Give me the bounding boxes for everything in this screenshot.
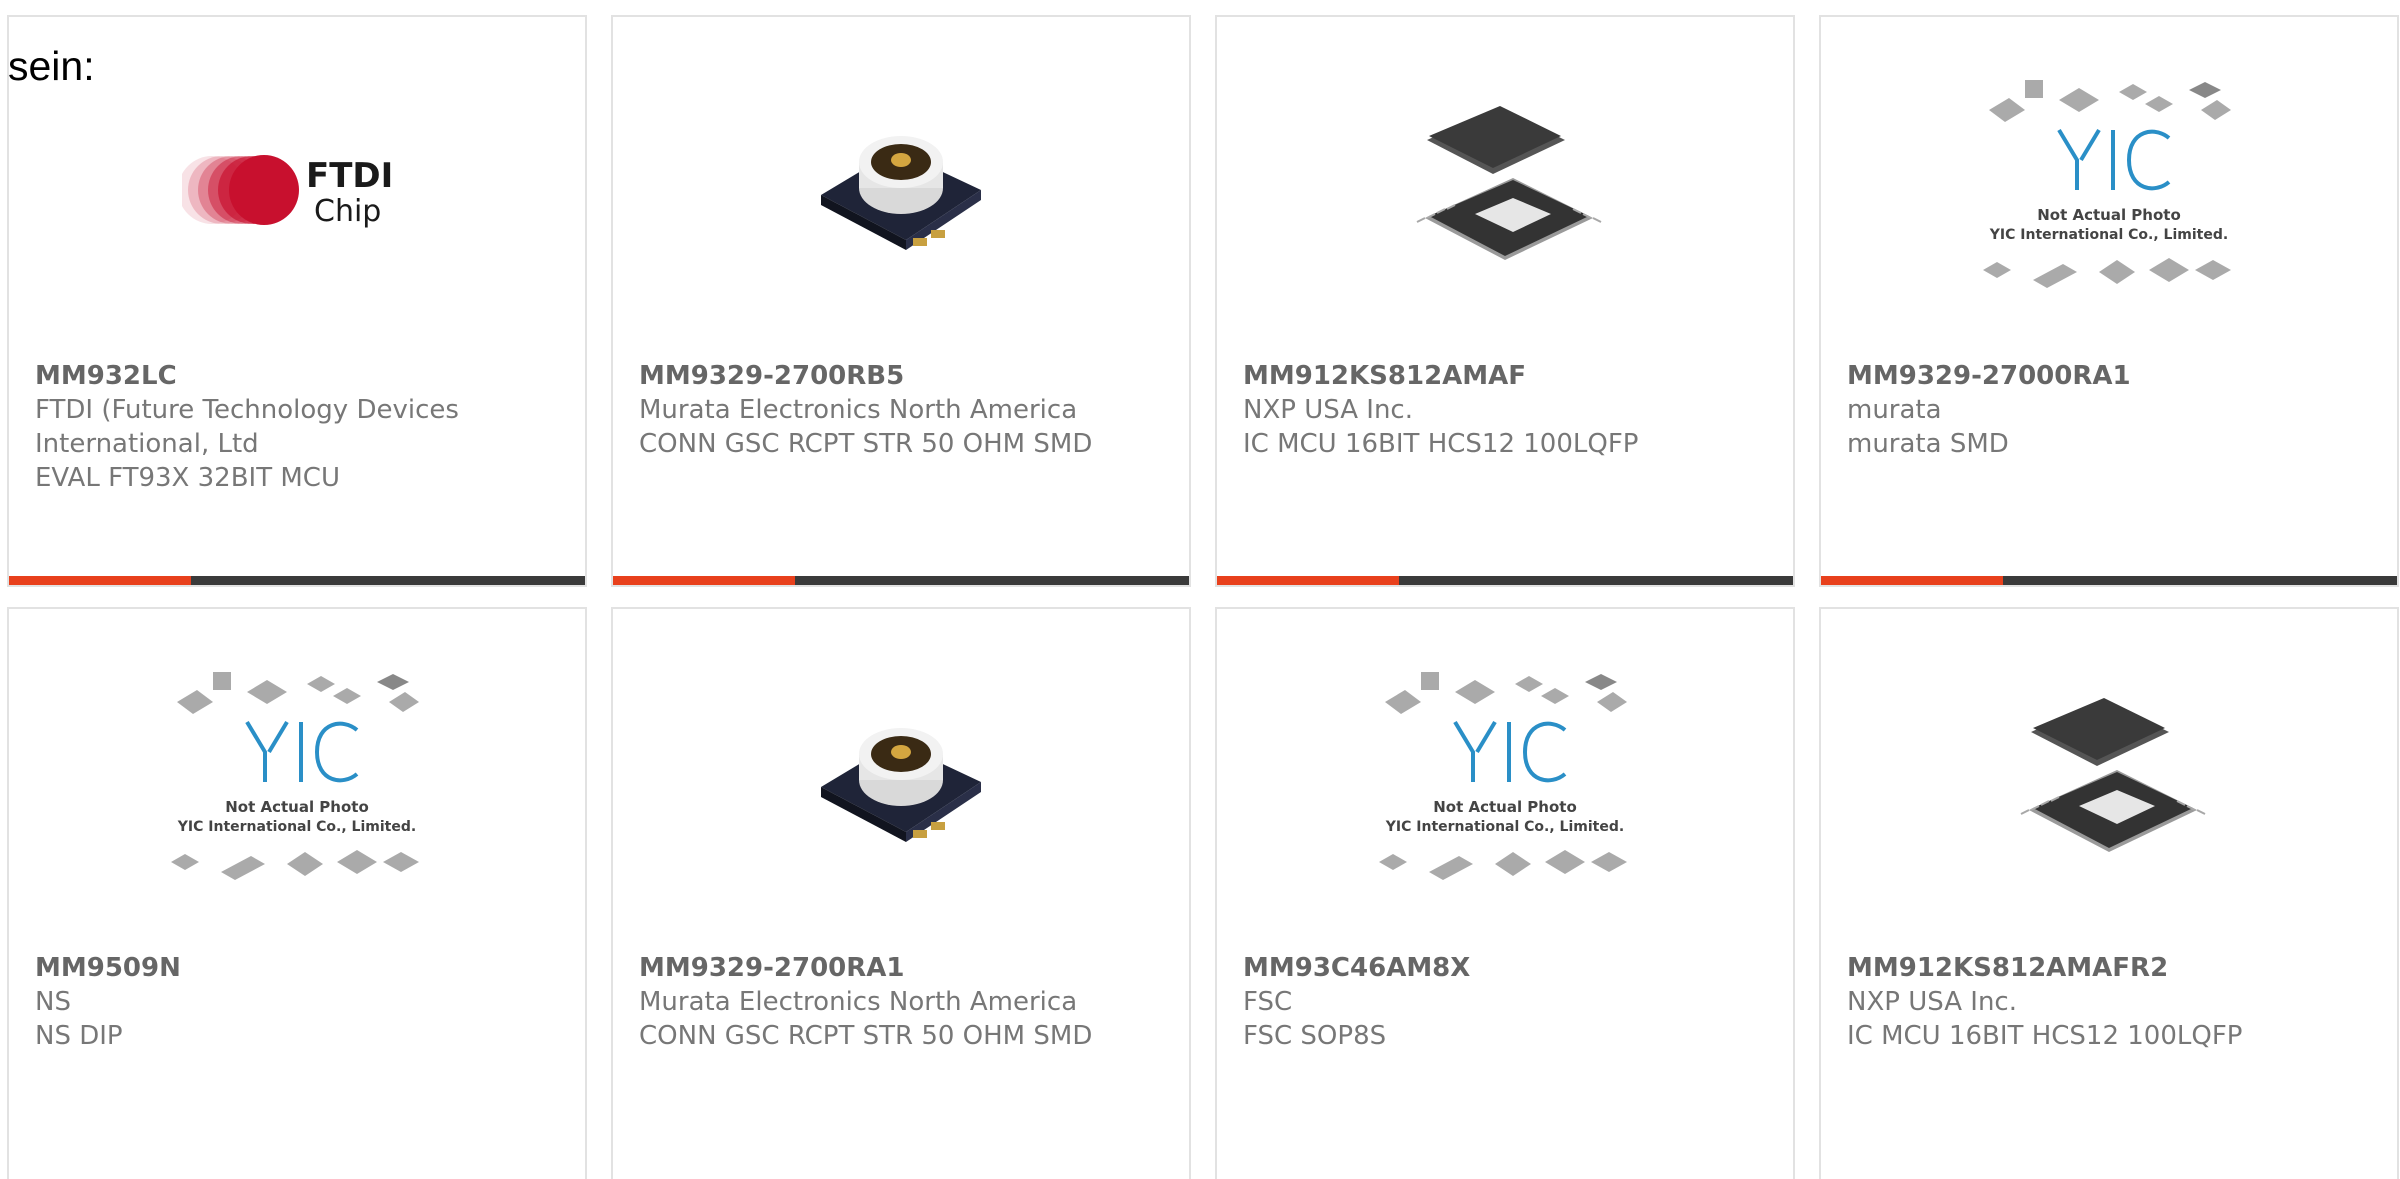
product-image[interactable]: FTDI Chip (9, 77, 585, 302)
qfp-chip-photo (1416, 105, 1602, 260)
manufacturer: FTDI (Future Technology Devices Internat… (35, 395, 459, 459)
part-number[interactable]: MM9329-27000RA1 (1847, 359, 2377, 393)
card-accent-bar (1821, 576, 2397, 585)
description: IC MCU 16BIT HCS12 100LQFP (1243, 429, 1639, 459)
part-number[interactable]: MM912KS812AMAF (1243, 359, 1773, 393)
product-card[interactable]: MM912KS812AMAFR2 NXP USA Inc. IC MCU 16B… (1819, 607, 2399, 1179)
manufacturer: Murata Electronics North America (639, 987, 1078, 1017)
description: CONN GSC RCPT STR 50 OHM SMD (639, 429, 1093, 459)
product-image[interactable]: Not Actual Photo YIC International Co., … (1821, 77, 2397, 302)
placeholder-line-1: Not Actual Photo (225, 798, 369, 816)
manufacturer: FSC (1243, 987, 1293, 1017)
product-card[interactable]: MM9329-2700RA1 Murata Electronics North … (611, 607, 1191, 1179)
placeholder-line-2: YIC International Co., Limited. (1989, 227, 2228, 243)
part-number[interactable]: MM9329-2700RB5 (639, 359, 1169, 393)
product-card[interactable]: Not Actual Photo YIC International Co., … (7, 607, 587, 1179)
product-card[interactable]: Not Actual Photo YIC International Co., … (1819, 15, 2399, 587)
product-image[interactable] (613, 77, 1189, 302)
product-image[interactable]: Not Actual Photo YIC International Co., … (9, 669, 585, 894)
manufacturer: murata (1847, 395, 1942, 425)
manufacturer: Murata Electronics North America (639, 395, 1078, 425)
placeholder-line-2: YIC International Co., Limited. (177, 819, 416, 835)
placeholder-line-1: Not Actual Photo (1433, 798, 1577, 816)
product-card[interactable]: MM912KS812AMAF NXP USA Inc. IC MCU 16BIT… (1215, 15, 1795, 587)
part-number[interactable]: MM932LC (35, 359, 565, 393)
card-accent-bar (1217, 576, 1793, 585)
product-card[interactable]: MM9329-2700RB5 Murata Electronics North … (611, 15, 1191, 587)
ftdi-chip-logo: FTDI Chip (182, 154, 393, 229)
logo-text-ftdi: FTDI (306, 156, 393, 196)
product-image[interactable] (613, 669, 1189, 894)
product-grid: FTDI Chip MM932LC FTDI (Future Technolog… (7, 15, 2399, 1179)
rf-connector-photo (821, 135, 981, 250)
card-accent-bar (613, 576, 1189, 585)
part-number[interactable]: MM9509N (35, 951, 565, 985)
manufacturer: NXP USA Inc. (1847, 987, 2017, 1017)
description: IC MCU 16BIT HCS12 100LQFP (1847, 1021, 2243, 1051)
part-number[interactable]: MM93C46AM8X (1243, 951, 1773, 985)
product-card[interactable]: Not Actual Photo YIC International Co., … (1215, 607, 1795, 1179)
section-label: sein: (8, 43, 95, 89)
description: FSC SOP8S (1243, 1021, 1387, 1051)
yic-placeholder-image: Not Actual Photo YIC International Co., … (1379, 671, 1627, 880)
qfp-chip-photo (2020, 697, 2206, 852)
yic-placeholder-image: Not Actual Photo YIC International Co., … (171, 671, 419, 880)
product-image[interactable] (1217, 77, 1793, 302)
product-image[interactable] (1821, 669, 2397, 894)
part-number[interactable]: MM9329-2700RA1 (639, 951, 1169, 985)
card-accent-bar (9, 576, 585, 585)
manufacturer: NS (35, 987, 71, 1017)
yic-placeholder-image: Not Actual Photo YIC International Co., … (1983, 79, 2231, 288)
manufacturer: NXP USA Inc. (1243, 395, 1413, 425)
description: NS DIP (35, 1021, 123, 1051)
placeholder-line-1: Not Actual Photo (2037, 206, 2181, 224)
description: murata SMD (1847, 429, 2009, 459)
description: EVAL FT93X 32BIT MCU (35, 463, 340, 493)
part-number[interactable]: MM912KS812AMAFR2 (1847, 951, 2377, 985)
product-card[interactable]: FTDI Chip MM932LC FTDI (Future Technolog… (7, 15, 587, 587)
product-image[interactable]: Not Actual Photo YIC International Co., … (1217, 669, 1793, 894)
description: CONN GSC RCPT STR 50 OHM SMD (639, 1021, 1093, 1051)
logo-text-chip: Chip (314, 194, 381, 229)
placeholder-line-2: YIC International Co., Limited. (1385, 819, 1624, 835)
rf-connector-photo (821, 727, 981, 842)
